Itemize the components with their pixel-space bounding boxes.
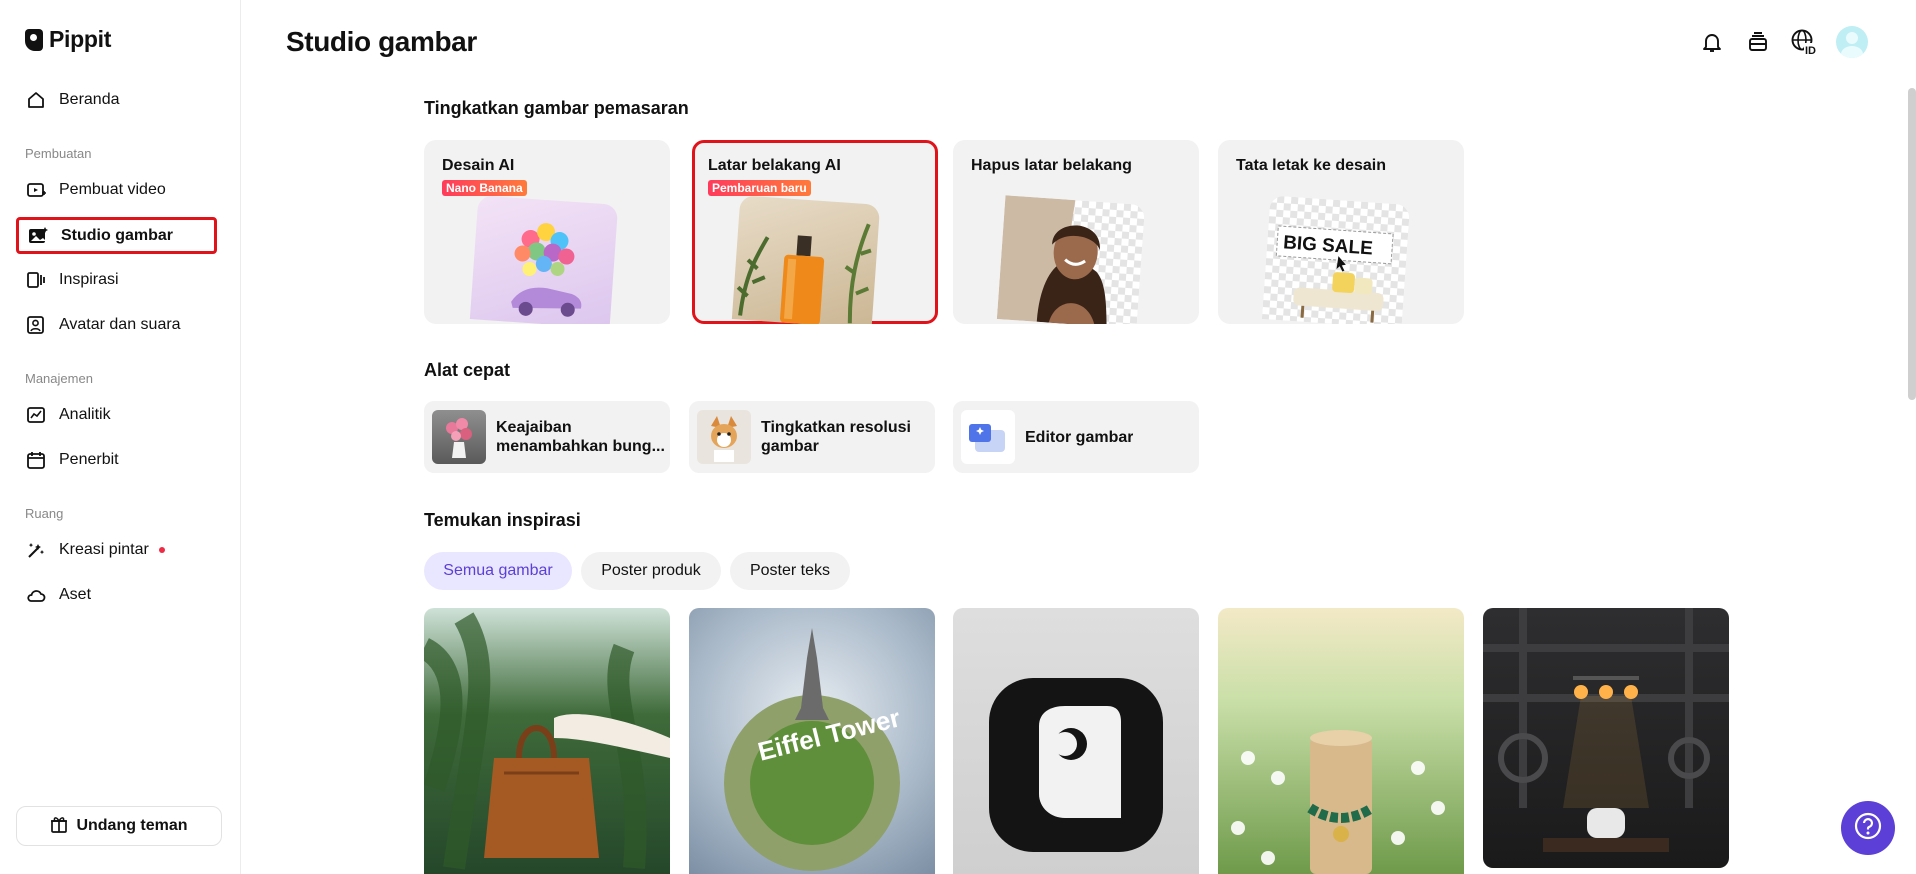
- card-title: Desain AI: [442, 157, 515, 174]
- sidebar-item-label: Studio gambar: [61, 226, 174, 244]
- avatar[interactable]: [1836, 26, 1868, 58]
- inspiration-tile-handbag[interactable]: [424, 608, 670, 874]
- sidebar-item-label: Analitik: [59, 406, 111, 423]
- sidebar-item-avatar-voice[interactable]: Avatar dan suara: [17, 307, 216, 343]
- sidebar-item-label: Kreasi pintar: [59, 541, 149, 558]
- page-title: Studio gambar: [286, 26, 477, 57]
- tool-add-flower-magic[interactable]: Keajaiban menambahkan bung...: [424, 401, 670, 473]
- inspiration-tile-eiffel-tower[interactable]: Eiffel Tower: [689, 608, 935, 874]
- card-title: Latar belakang AI: [708, 157, 841, 174]
- app-root: Pippit Beranda Pembuatan Pembuat video S…: [0, 0, 1916, 874]
- magic-wand-icon: [25, 539, 47, 561]
- sidebar-item-label: Penerbit: [59, 451, 119, 468]
- sidebar-item-inspiration[interactable]: Inspirasi: [17, 262, 216, 298]
- globe-id-icon[interactable]: ID: [1790, 28, 1818, 56]
- inspiration-tile-earbuds[interactable]: [1483, 608, 1729, 868]
- section-label-management: Manajemen: [25, 371, 93, 386]
- perfume-thumbnail: [731, 195, 881, 324]
- big-sale-thumbnail: BIG SALE: [1261, 195, 1411, 324]
- top-toolbar: ID: [1698, 26, 1868, 58]
- svg-text:ID: ID: [1805, 45, 1816, 56]
- tool-label: Editor gambar: [1025, 428, 1134, 446]
- logo-text: Pippit: [49, 26, 112, 52]
- analytics-icon: [25, 404, 47, 426]
- sidebar-item-smart-creation[interactable]: Kreasi pintar: [17, 532, 216, 568]
- filter-all-images[interactable]: Semua gambar: [424, 552, 572, 590]
- cloud-icon: [25, 584, 47, 606]
- section-heading-quick-tools: Alat cepat: [424, 360, 511, 380]
- inspiration-tile-bracelet[interactable]: [1218, 608, 1464, 874]
- card-title: Tata letak ke desain: [1236, 157, 1386, 174]
- section-label-space: Ruang: [25, 506, 64, 521]
- bell-icon[interactable]: [1698, 28, 1726, 56]
- pippit-logo-icon: [25, 28, 43, 51]
- sidebar-item-label: Beranda: [59, 91, 120, 108]
- image-editor-thumbnail: [961, 410, 1015, 464]
- avatar-voice-icon: [25, 314, 47, 336]
- video-plus-icon: [25, 179, 47, 201]
- image-sparkle-icon: [27, 225, 49, 247]
- help-button[interactable]: [1841, 801, 1895, 855]
- section-heading-inspiration: Temukan inspirasi: [424, 510, 581, 530]
- card-layout-to-design[interactable]: Tata letak ke desain BIG SALE: [1218, 140, 1464, 324]
- inspiration-icon: [25, 269, 47, 291]
- tool-upscale-image[interactable]: Tingkatkan resolusi gambar: [689, 401, 935, 473]
- tool-label: Tingkatkan resolusi gambar: [761, 419, 911, 455]
- corgi-thumbnail: [697, 410, 751, 464]
- card-ai-background[interactable]: Latar belakang AI Pembaruan baru: [692, 140, 938, 324]
- sidebar-item-video-maker[interactable]: Pembuat video: [17, 172, 216, 208]
- invite-label: Undang teman: [76, 817, 188, 834]
- sidebar-item-home[interactable]: Beranda: [17, 82, 216, 118]
- sidebar-item-assets[interactable]: Aset: [17, 577, 216, 613]
- portrait-thumbnail: [996, 195, 1146, 324]
- stack-icon[interactable]: [1744, 28, 1772, 56]
- inspiration-tile-fluffy-logo[interactable]: [953, 608, 1199, 874]
- sidebar-item-label: Inspirasi: [59, 271, 119, 288]
- scrollbar[interactable]: [1908, 88, 1916, 400]
- section-label-creation: Pembuatan: [25, 146, 92, 161]
- logo[interactable]: Pippit: [25, 26, 111, 53]
- sidebar-item-publisher[interactable]: Penerbit: [17, 442, 216, 478]
- gift-icon: [50, 815, 68, 838]
- card-ai-design[interactable]: Desain AI Nano Banana: [424, 140, 670, 324]
- balloon-car-thumbnail: [469, 195, 619, 324]
- balloon-cluster: [514, 223, 575, 277]
- filter-text-poster[interactable]: Poster teks: [730, 552, 850, 590]
- flower-vase-thumbnail: [432, 410, 486, 464]
- sidebar-item-image-studio[interactable]: Studio gambar: [16, 217, 217, 254]
- invite-friends-button[interactable]: Undang teman: [16, 806, 222, 846]
- tool-image-editor[interactable]: Editor gambar: [953, 401, 1199, 473]
- sidebar-item-label: Pembuat video: [59, 181, 166, 198]
- sidebar-item-label: Avatar dan suara: [59, 316, 181, 333]
- notification-dot: [158, 547, 165, 553]
- question-icon: [1853, 811, 1883, 846]
- card-title: Hapus latar belakang: [971, 157, 1132, 174]
- badge-new-update: Pembaruan baru: [708, 180, 811, 196]
- sidebar-item-label: Aset: [59, 586, 92, 603]
- sidebar: Pippit Beranda Pembuatan Pembuat video S…: [0, 0, 241, 874]
- card-remove-background[interactable]: Hapus latar belakang: [953, 140, 1199, 324]
- calendar-icon: [25, 449, 47, 471]
- home-icon: [25, 89, 47, 111]
- badge-nano-banana: Nano Banana: [442, 180, 527, 196]
- sidebar-item-analytics[interactable]: Analitik: [17, 397, 216, 433]
- filter-product-poster[interactable]: Poster produk: [581, 552, 721, 590]
- section-heading-enhance: Tingkatkan gambar pemasaran: [424, 98, 689, 118]
- tool-label: Keajaiban menambahkan bung...: [496, 419, 665, 455]
